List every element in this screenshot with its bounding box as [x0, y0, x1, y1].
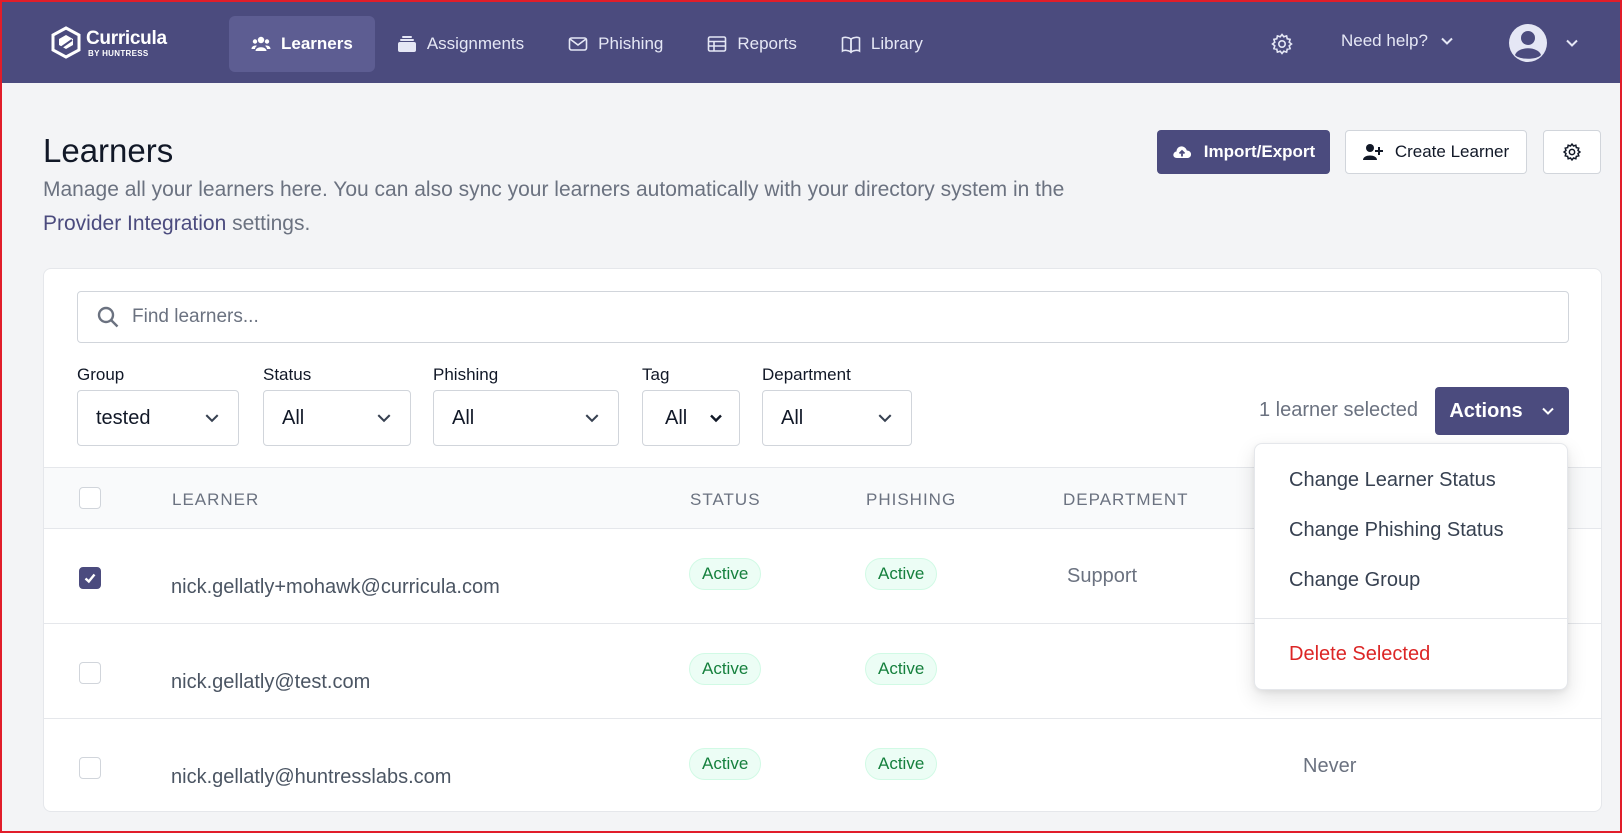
nav-reports[interactable]: Reports	[685, 16, 819, 72]
user-avatar-icon[interactable]	[1508, 23, 1548, 63]
search-box[interactable]	[77, 291, 1569, 343]
row-checkbox[interactable]	[79, 662, 101, 684]
page-description: Manage all your learners here. You can a…	[43, 173, 1073, 241]
nav-phishing-label: Phishing	[598, 34, 664, 53]
curricula-logo-icon	[51, 26, 81, 59]
nav-assignments[interactable]: Assignments	[375, 16, 546, 72]
group-filter: Group tested	[77, 365, 239, 446]
create-learner-label: Create Learner	[1394, 142, 1510, 161]
envelope-icon	[568, 37, 588, 51]
chevron-down-icon	[710, 414, 722, 423]
row-checkbox[interactable]	[79, 567, 101, 589]
checkmark-icon	[84, 573, 96, 584]
need-help-menu[interactable]: Need help?	[1341, 31, 1454, 51]
users-icon	[251, 36, 271, 51]
column-phishing[interactable]: PHISHING	[866, 490, 956, 510]
group-select[interactable]: tested	[77, 390, 239, 446]
department-cell: Support	[1067, 565, 1138, 587]
import-export-label: Import/Export	[1203, 142, 1316, 161]
department-select[interactable]: All	[762, 390, 912, 446]
status-select-value: All	[282, 406, 305, 429]
learner-email[interactable]: nick.gellatly@huntresslabs.com	[171, 766, 451, 789]
group-select-value: tested	[96, 406, 151, 429]
page-settings-button[interactable]	[1543, 130, 1601, 174]
nav-phishing[interactable]: Phishing	[546, 16, 685, 72]
column-learner[interactable]: LEARNER	[172, 490, 259, 510]
phishing-badge: Active	[865, 748, 938, 780]
selected-count: 1 learner selected	[1259, 399, 1418, 421]
book-icon	[841, 36, 861, 54]
status-badge: Active	[689, 748, 762, 780]
cloud-upload-icon	[1173, 146, 1191, 158]
brand-name: Curricula	[86, 27, 167, 49]
nav-learners-label: Learners	[281, 34, 353, 53]
nav-library-label: Library	[870, 34, 923, 53]
table-icon	[708, 36, 727, 52]
department-select-value: All	[781, 406, 804, 429]
status-filter-label: Status	[263, 365, 312, 384]
actions-button[interactable]: Actions	[1435, 387, 1569, 435]
description-text-after: settings.	[226, 212, 311, 235]
chevron-down-icon	[377, 414, 391, 423]
actions-label: Actions	[1449, 399, 1523, 422]
phishing-filter-label: Phishing	[433, 365, 499, 384]
tag-filter-label: Tag	[642, 365, 670, 384]
nav-reports-label: Reports	[737, 34, 797, 53]
brand-sub: BY HUNTRESS	[88, 48, 149, 58]
status-badge: Active	[689, 653, 762, 685]
user-plus-icon	[1362, 144, 1383, 160]
tag-filter: Tag All	[642, 365, 740, 446]
gear-icon	[1562, 142, 1582, 162]
change-group-item[interactable]: Change Group	[1289, 569, 1420, 592]
nav-assignments-label: Assignments	[426, 34, 525, 53]
search-input[interactable]	[132, 306, 1532, 328]
description-text-before: Manage all your learners here. You can a…	[43, 178, 1065, 201]
column-department[interactable]: DEPARTMENT	[1063, 490, 1189, 510]
status-select[interactable]: All	[263, 390, 411, 446]
nav-learners[interactable]: Learners	[229, 16, 375, 72]
menu-divider	[1255, 618, 1569, 619]
phishing-badge: Active	[865, 558, 938, 590]
select-all-checkbox[interactable]	[79, 487, 101, 509]
phishing-select-value: All	[452, 406, 475, 429]
tag-select-value: All	[665, 406, 688, 429]
chevron-down-icon	[585, 414, 599, 423]
phishing-select[interactable]: All	[433, 390, 619, 446]
table-row[interactable]: nick.gellatly@huntresslabs.com Active Ac…	[44, 719, 1601, 811]
settings-gear-icon[interactable]	[1270, 32, 1294, 56]
last-activity-cell: Never	[1303, 755, 1357, 777]
page-title: Learners	[43, 132, 174, 169]
change-learner-status-item[interactable]: Change Learner Status	[1289, 469, 1496, 492]
curricula-logo[interactable]: Curricula BY HUNTRESS	[50, 26, 167, 60]
provider-integration-link[interactable]: Provider Integration	[43, 212, 226, 235]
main-nav: Learners Assignments Phishing Reports Li…	[229, 16, 945, 72]
chevron-down-icon	[1441, 37, 1453, 45]
stack-icon	[397, 36, 416, 52]
group-filter-label: Group	[77, 365, 125, 384]
top-navbar: Curricula BY HUNTRESS Learners Assignmen…	[2, 2, 1620, 83]
department-filter: Department All	[762, 365, 912, 446]
change-phishing-status-item[interactable]: Change Phishing Status	[1289, 519, 1504, 542]
chevron-down-icon	[205, 414, 219, 423]
actions-dropdown-menu: Change Learner Status Change Phishing St…	[1254, 443, 1569, 690]
nav-library[interactable]: Library	[819, 16, 945, 72]
column-status[interactable]: STATUS	[690, 490, 761, 510]
tag-select[interactable]: All	[642, 390, 740, 446]
delete-selected-item[interactable]: Delete Selected	[1289, 643, 1430, 666]
phishing-filter: Phishing All	[433, 365, 619, 446]
row-checkbox[interactable]	[79, 757, 101, 779]
chevron-down-icon	[878, 414, 892, 423]
import-export-button[interactable]: Import/Export	[1157, 130, 1330, 174]
learner-email[interactable]: nick.gellatly+mohawk@curricula.com	[171, 576, 500, 599]
need-help-label: Need help?	[1341, 31, 1428, 50]
create-learner-button[interactable]: Create Learner	[1345, 130, 1527, 174]
account-chevron-down-icon[interactable]	[1565, 36, 1579, 50]
search-icon	[97, 306, 119, 328]
phishing-badge: Active	[865, 653, 938, 685]
status-filter: Status All	[263, 365, 411, 446]
department-filter-label: Department	[762, 365, 851, 384]
learner-email[interactable]: nick.gellatly@test.com	[171, 671, 370, 694]
chevron-down-icon	[1541, 407, 1554, 415]
status-badge: Active	[689, 558, 762, 590]
